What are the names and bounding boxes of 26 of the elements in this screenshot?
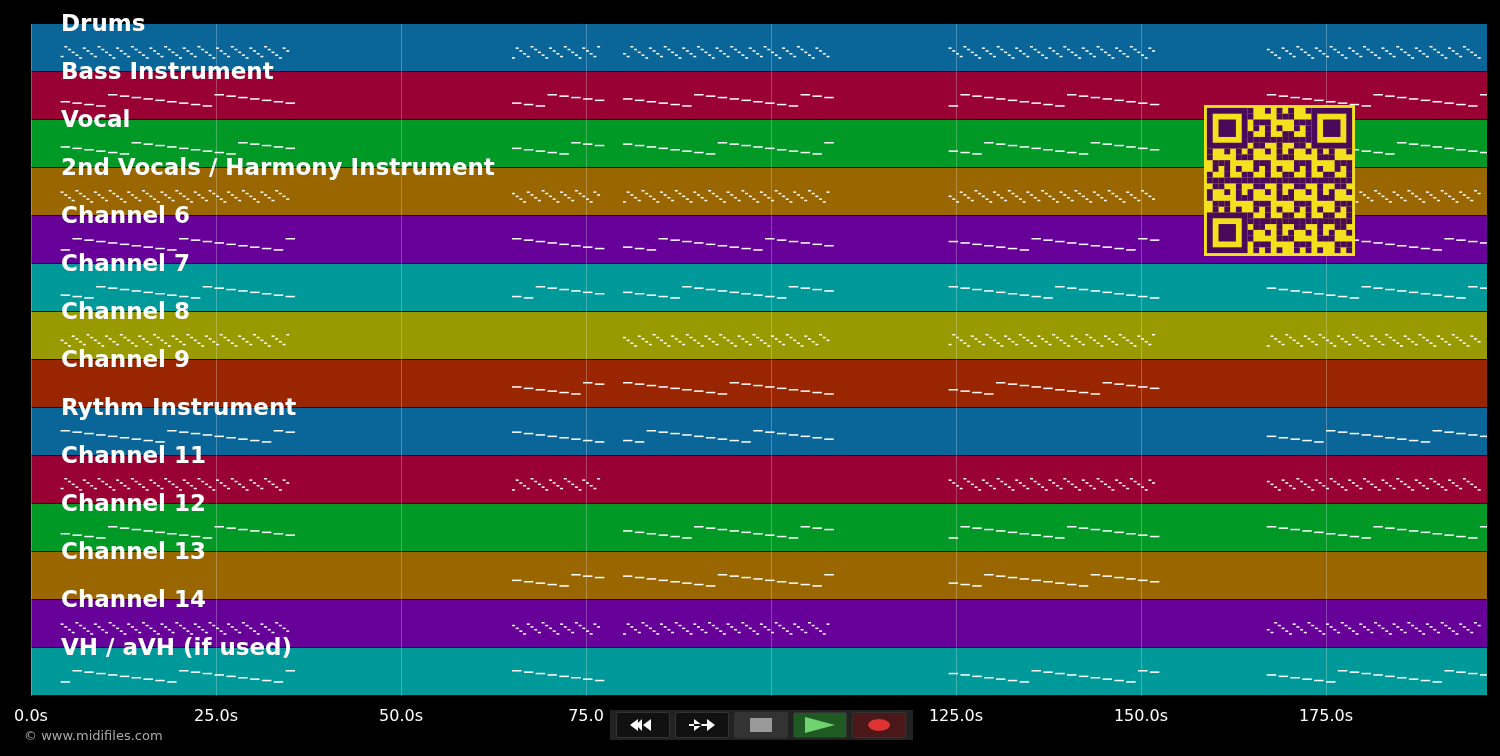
axis-tick-label: 175.0s [1298,706,1354,725]
record-button[interactable] [852,712,906,738]
play-button[interactable] [793,712,847,738]
track-label: Channel 13 [61,537,207,565]
track-label: Channel 14 [61,585,207,613]
axis-tick-label: 125.0s [928,706,984,725]
stop-icon [750,718,772,732]
fast-forward-icon [687,718,717,732]
play-icon [805,717,835,733]
track-label: Channel 11 [61,441,207,469]
axis-tick-label: 150.0s [1113,706,1169,725]
track-label: Channel 6 [61,201,190,229]
track-label: Drums [61,9,146,37]
fast-forward-button[interactable] [675,712,729,738]
axis-tick-label: 75.0 [568,706,604,725]
track-label: 2nd Vocals / Harmony Instrument [61,153,495,181]
axis-tick-label: 50.0s [379,706,423,725]
rewind-button[interactable] [616,712,670,738]
track-label: Channel 9 [61,345,190,373]
stop-button[interactable] [734,712,788,738]
record-icon [868,719,890,731]
track-label: Bass Instrument [61,57,274,85]
axis-tick-label: 25.0s [194,706,238,725]
copyright-text: © www.midifiles.com [24,728,163,743]
track-label: Channel 8 [61,297,190,325]
axis-tick-label: 0.0s [14,706,48,725]
